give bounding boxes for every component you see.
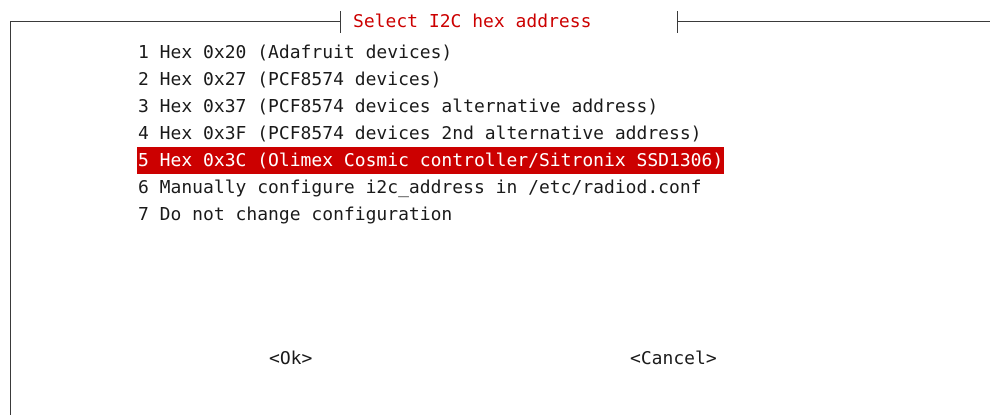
terminal-screen: Select I2C hex address 1 Hex 0x20 (Adafr…: [0, 0, 990, 415]
menu-item-6[interactable]: 6 Manually configure i2c_address in /etc…: [137, 177, 703, 198]
ok-button[interactable]: <Ok>: [269, 347, 312, 371]
menu-item-5[interactable]: 5 Hex 0x3C (Olimex Cosmic controller/Sit…: [137, 147, 725, 174]
menu-item-2[interactable]: 2 Hex 0x27 (PCF8574 devices): [137, 69, 442, 90]
dialog-title: Select I2C hex address: [353, 11, 592, 32]
menu-item-7[interactable]: 7 Do not change configuration: [137, 204, 453, 225]
menu-item-1[interactable]: 1 Hex 0x20 (Adafruit devices): [137, 42, 453, 63]
menu-item-3[interactable]: 3 Hex 0x37 (PCF8574 devices alternative …: [137, 96, 659, 117]
menu-list: 1 Hex 0x20 (Adafruit devices) 2 Hex 0x27…: [137, 39, 725, 228]
title-frame-right-tick: [677, 11, 678, 33]
dialog-frame-top-right: [677, 21, 990, 22]
cancel-button[interactable]: <Cancel>: [630, 347, 717, 371]
dialog-frame-left-edge: [10, 21, 11, 415]
menu-item-4[interactable]: 4 Hex 0x3F (PCF8574 devices 2nd alternat…: [137, 123, 703, 144]
title-frame-left-tick: [340, 11, 341, 33]
dialog-frame-top-left: [10, 21, 340, 22]
